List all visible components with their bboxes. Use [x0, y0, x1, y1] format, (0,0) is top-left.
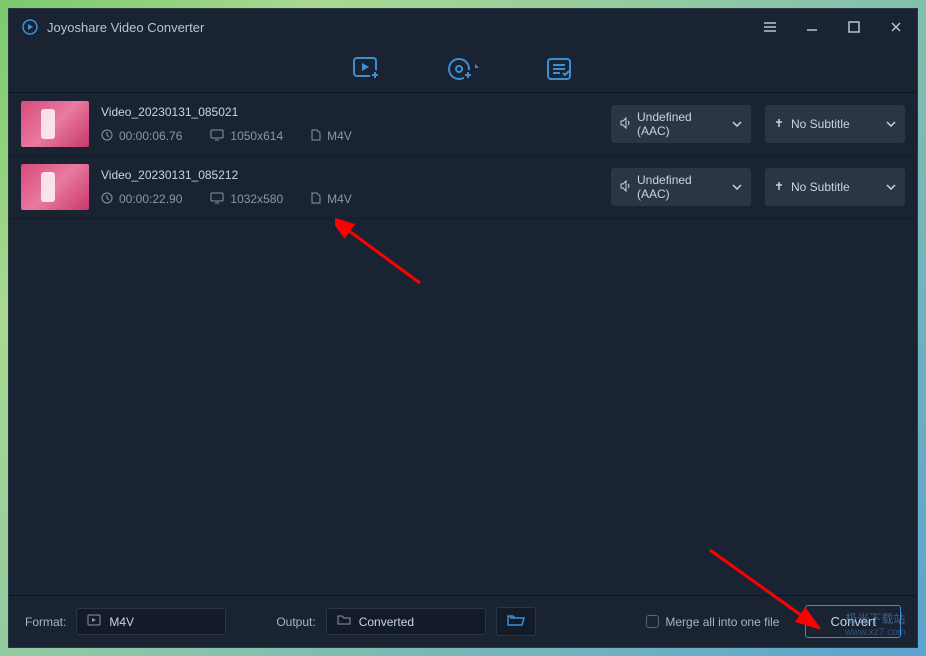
subtitle-dropdown[interactable]: No Subtitle — [765, 105, 905, 143]
convert-button[interactable]: Convert — [805, 605, 901, 638]
format-value: M4V — [109, 615, 134, 629]
add-disc-button[interactable] — [445, 51, 481, 87]
output-field[interactable]: Converted — [326, 608, 486, 635]
file-dropdowns: Undefined (AAC) No Subtitle — [611, 105, 905, 143]
output-label: Output: — [276, 615, 315, 629]
format-value: M4V — [327, 129, 352, 143]
folder-open-icon — [507, 613, 525, 630]
video-thumbnail — [21, 101, 89, 147]
resolution-value: 1050x614 — [230, 129, 283, 143]
maximize-icon[interactable] — [845, 18, 863, 36]
audio-dropdown[interactable]: Undefined (AAC) — [611, 105, 751, 143]
subtitle-icon — [773, 117, 785, 132]
format-value: M4V — [327, 192, 352, 206]
subtitle-label: No Subtitle — [791, 117, 879, 131]
titlebar: Joyoshare Video Converter — [9, 9, 917, 45]
merge-label: Merge all into one file — [665, 615, 779, 629]
add-video-button[interactable] — [349, 51, 385, 87]
monitor-icon — [210, 129, 224, 144]
file-info: Video_20230131_085021 00:00:06.76 1050x6… — [101, 105, 599, 144]
resolution-value: 1032x580 — [230, 192, 283, 206]
merge-checkbox[interactable]: Merge all into one file — [646, 615, 779, 629]
file-info: Video_20230131_085212 00:00:22.90 1032x5… — [101, 168, 599, 207]
audio-icon — [619, 180, 631, 195]
resolution-meta: 1050x614 — [210, 129, 283, 144]
browse-button[interactable] — [496, 607, 536, 636]
file-name: Video_20230131_085021 — [101, 105, 599, 119]
chevron-down-icon — [731, 181, 743, 193]
toolbar — [9, 45, 917, 93]
folder-icon — [337, 614, 351, 629]
video-format-icon — [87, 614, 101, 629]
audio-dropdown[interactable]: Undefined (AAC) — [611, 168, 751, 206]
video-thumbnail — [21, 164, 89, 210]
window-controls — [761, 18, 905, 36]
duration-meta: 00:00:22.90 — [101, 192, 182, 207]
file-icon — [311, 192, 321, 207]
bottom-bar: Format: M4V Output: Converted Merge all … — [9, 595, 917, 647]
file-row[interactable]: Video_20230131_085212 00:00:22.90 1032x5… — [9, 156, 917, 219]
list-button[interactable] — [541, 51, 577, 87]
duration-meta: 00:00:06.76 — [101, 129, 182, 144]
file-dropdowns: Undefined (AAC) No Subtitle — [611, 168, 905, 206]
file-row[interactable]: Video_20230131_085021 00:00:06.76 1050x6… — [9, 93, 917, 156]
format-meta: M4V — [311, 129, 352, 144]
file-icon — [311, 129, 321, 144]
duration-value: 00:00:06.76 — [119, 129, 182, 143]
resolution-meta: 1032x580 — [210, 192, 283, 207]
duration-value: 00:00:22.90 — [119, 192, 182, 206]
close-icon[interactable] — [887, 18, 905, 36]
file-name: Video_20230131_085212 — [101, 168, 599, 182]
app-logo-icon — [21, 18, 39, 36]
output-value: Converted — [359, 615, 414, 629]
clock-icon — [101, 129, 113, 144]
format-meta: M4V — [311, 192, 352, 207]
file-meta: 00:00:06.76 1050x614 M4V — [101, 129, 599, 144]
chevron-down-icon — [731, 118, 743, 130]
chevron-down-icon — [885, 181, 897, 193]
file-list: Video_20230131_085021 00:00:06.76 1050x6… — [9, 93, 917, 595]
app-title: Joyoshare Video Converter — [47, 20, 204, 35]
audio-icon — [619, 117, 631, 132]
menu-icon[interactable] — [761, 18, 779, 36]
minimize-icon[interactable] — [803, 18, 821, 36]
file-meta: 00:00:22.90 1032x580 M4V — [101, 192, 599, 207]
checkbox-icon — [646, 615, 659, 628]
format-field[interactable]: M4V — [76, 608, 226, 635]
chevron-down-icon — [885, 118, 897, 130]
subtitle-dropdown[interactable]: No Subtitle — [765, 168, 905, 206]
app-window: Joyoshare Video Converter — [8, 8, 918, 648]
audio-label: Undefined (AAC) — [637, 173, 725, 201]
monitor-icon — [210, 192, 224, 207]
subtitle-label: No Subtitle — [791, 180, 879, 194]
audio-label: Undefined (AAC) — [637, 110, 725, 138]
format-label: Format: — [25, 615, 66, 629]
subtitle-icon — [773, 180, 785, 195]
clock-icon — [101, 192, 113, 207]
